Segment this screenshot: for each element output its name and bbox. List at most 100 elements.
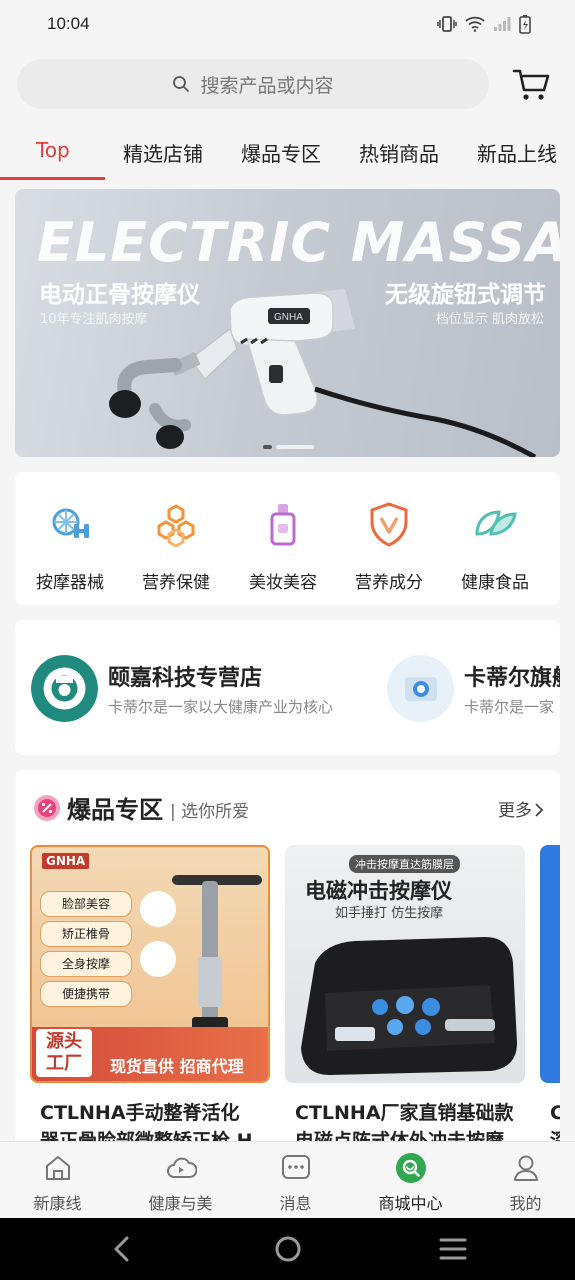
nav-item-profile[interactable]: 我的	[468, 1152, 575, 1214]
product-image: GNHA 脸部美容 矫正椎骨 全身按摩 便捷携带 源头工厂 现货直供 招商代理	[30, 845, 270, 1083]
banner-dot-active	[263, 445, 272, 449]
nutrient-shield-icon	[370, 502, 408, 547]
vibrate-icon	[437, 16, 457, 32]
more-link[interactable]: 更多	[498, 796, 544, 821]
banner-pagination	[263, 445, 314, 449]
tab-featured-stores[interactable]: 精选店铺	[123, 138, 203, 167]
category-label: 营养保健	[142, 573, 210, 593]
hot-section-title: 爆品专区	[67, 796, 163, 824]
category-health-food[interactable]: 健康食品	[442, 492, 548, 593]
product-tag: 脸部美容	[40, 891, 132, 917]
menu-icon[interactable]	[439, 1235, 467, 1263]
store-item-yijia[interactable]: 颐嘉科技专营店 卡蒂尔是一家以大健康产业为核心	[31, 653, 371, 723]
gun-brand-text: GNHA	[274, 312, 303, 323]
nav-label: 消息	[279, 1194, 312, 1213]
discount-icon	[34, 795, 60, 821]
product-tag: 矫正椎骨	[40, 921, 132, 947]
status-bar: 10:04	[0, 0, 575, 48]
nav-label: 我的	[509, 1194, 542, 1213]
category-tabs: Top 精选店铺 爆品专区 热销商品 新品上线	[0, 128, 575, 180]
status-icons	[437, 14, 531, 34]
category-nutrients[interactable]: 营养成分	[336, 492, 442, 593]
nav-label: 新康线	[33, 1194, 82, 1213]
featured-stores: 颐嘉科技专营店 卡蒂尔是一家以大健康产业为核心 卡蒂尔旗舰 卡蒂尔是一家	[15, 620, 560, 755]
tab-new-arrivals[interactable]: 新品上线	[477, 138, 557, 167]
cart-icon[interactable]	[511, 66, 551, 102]
signal-icon	[494, 17, 511, 31]
category-label: 按摩器械	[36, 573, 104, 593]
product-card[interactable]: GNHA 脸部美容 矫正椎骨 全身按摩 便捷携带 源头工厂 现货直供 招商代理 …	[30, 845, 270, 1141]
product-card[interactable]: C 深	[540, 845, 560, 1141]
product-top-tag: 冲击按摩直达筋膜层	[349, 855, 460, 873]
product-corner-badge: 源头工厂	[36, 1029, 92, 1077]
health-food-leaf-icon	[475, 510, 517, 536]
product-footer-text: 现货直供 招商代理	[110, 1057, 244, 1076]
cloud-play-icon	[166, 1157, 197, 1178]
product-title-line2: 器正骨脸部微整矫正枪 H	[40, 1130, 253, 1141]
search-placeholder: 搜索产品或内容	[200, 74, 334, 97]
store-name: 颐嘉科技专营店	[108, 666, 263, 691]
product-title: CTLNHA厂家直销基础款	[295, 1102, 514, 1124]
nav-item-messages[interactable]: 消息	[238, 1152, 353, 1214]
massage-equipment-icon	[52, 508, 89, 538]
category-cosmetics[interactable]: 美妆美容	[230, 492, 336, 593]
shockwave-device-image	[301, 937, 517, 1075]
battery-icon	[519, 15, 531, 34]
nav-label: 商城中心	[378, 1194, 443, 1213]
nav-item-health-beauty[interactable]: 健康与美	[123, 1152, 238, 1214]
product-tag: 便捷携带	[40, 981, 132, 1007]
product-tag: 全身按摩	[40, 951, 132, 977]
banner-dot	[276, 445, 314, 449]
bottom-navigation: 新康线 健康与美 消息 商城中心 我的	[0, 1141, 575, 1218]
category-label: 健康食品	[461, 573, 529, 593]
promo-banner[interactable]: ELECTRIC MASSAGE 电动正骨按摩仪 10年专注肌肉按摩 无级旋钮式…	[15, 189, 560, 457]
profile-icon	[513, 1155, 538, 1181]
nutrition-icon	[157, 504, 195, 548]
mall-icon	[395, 1153, 426, 1183]
nav-item-home[interactable]: 新康线	[0, 1152, 115, 1214]
status-time: 10:04	[47, 14, 90, 33]
category-nutrition[interactable]: 营养保健	[123, 492, 229, 593]
nav-label: 健康与美	[148, 1194, 213, 1213]
product-brand: GNHA	[42, 853, 90, 869]
tab-hot-products-zone[interactable]: 爆品专区	[241, 138, 321, 167]
category-label: 美妆美容	[249, 573, 317, 593]
product-title: CTLNHA手动整脊活化	[40, 1102, 240, 1124]
chevron-right-icon	[535, 803, 544, 817]
category-grid: 按摩器械 营养保健 美妆美容 营养成分 健康食品	[15, 472, 560, 605]
accessory-thumb	[140, 941, 176, 977]
product-title-line2: 电磁点阵式体外冲击按摩	[295, 1130, 505, 1141]
cosmetics-icon	[270, 504, 296, 546]
product-title: C	[550, 1102, 560, 1124]
more-label: 更多	[498, 801, 532, 821]
nav-item-mall[interactable]: 商城中心	[353, 1152, 468, 1214]
message-icon	[281, 1155, 310, 1179]
search-row: 搜索产品或内容	[0, 56, 575, 114]
massage-gun-image: GNHA	[109, 289, 537, 457]
accessory-thumb	[140, 891, 176, 927]
hot-section-header: 爆品专区 | 选你所爱 更多	[15, 770, 560, 842]
home-circle-icon[interactable]	[274, 1235, 302, 1263]
hot-section-subtitle: | 选你所爱	[170, 802, 250, 822]
system-navigation-bar	[0, 1218, 575, 1280]
tab-top[interactable]: Top	[36, 138, 70, 162]
store-item-kadier[interactable]: 卡蒂尔旗舰 卡蒂尔是一家	[387, 653, 560, 723]
product-tag-list: 脸部美容 矫正椎骨 全身按摩 便捷携带	[40, 891, 132, 1007]
product-image: 冲击按摩直达筋膜层 电磁冲击按摩仪 如手捶打 仿生按摩	[285, 845, 525, 1083]
store-name: 卡蒂尔旗舰	[464, 666, 560, 691]
search-icon	[173, 76, 190, 92]
back-icon[interactable]	[111, 1235, 133, 1263]
tab-best-sellers[interactable]: 热销商品	[359, 138, 439, 167]
store-logo	[31, 655, 98, 722]
product-subline: 如手捶打 仿生按摩	[335, 906, 444, 921]
product-title-line2: 深	[550, 1130, 560, 1141]
store-logo	[387, 655, 454, 722]
category-massage-equipment[interactable]: 按摩器械	[17, 492, 123, 593]
wifi-icon	[465, 16, 485, 32]
store-description: 卡蒂尔是一家以大健康产业为核心	[108, 698, 334, 716]
product-headline: 电磁冲击按摩仪	[305, 879, 452, 903]
hot-products-section: 爆品专区 | 选你所爱 更多 GNHA 脸部美容 矫正椎骨 全身按摩 便捷携带	[15, 770, 560, 1150]
search-input[interactable]: 搜索产品或内容	[17, 59, 489, 109]
product-card[interactable]: 冲击按摩直达筋膜层 电磁冲击按摩仪 如手捶打 仿生按摩 CTLNHA厂家直销基础…	[285, 845, 525, 1141]
store-description: 卡蒂尔是一家	[464, 698, 555, 716]
